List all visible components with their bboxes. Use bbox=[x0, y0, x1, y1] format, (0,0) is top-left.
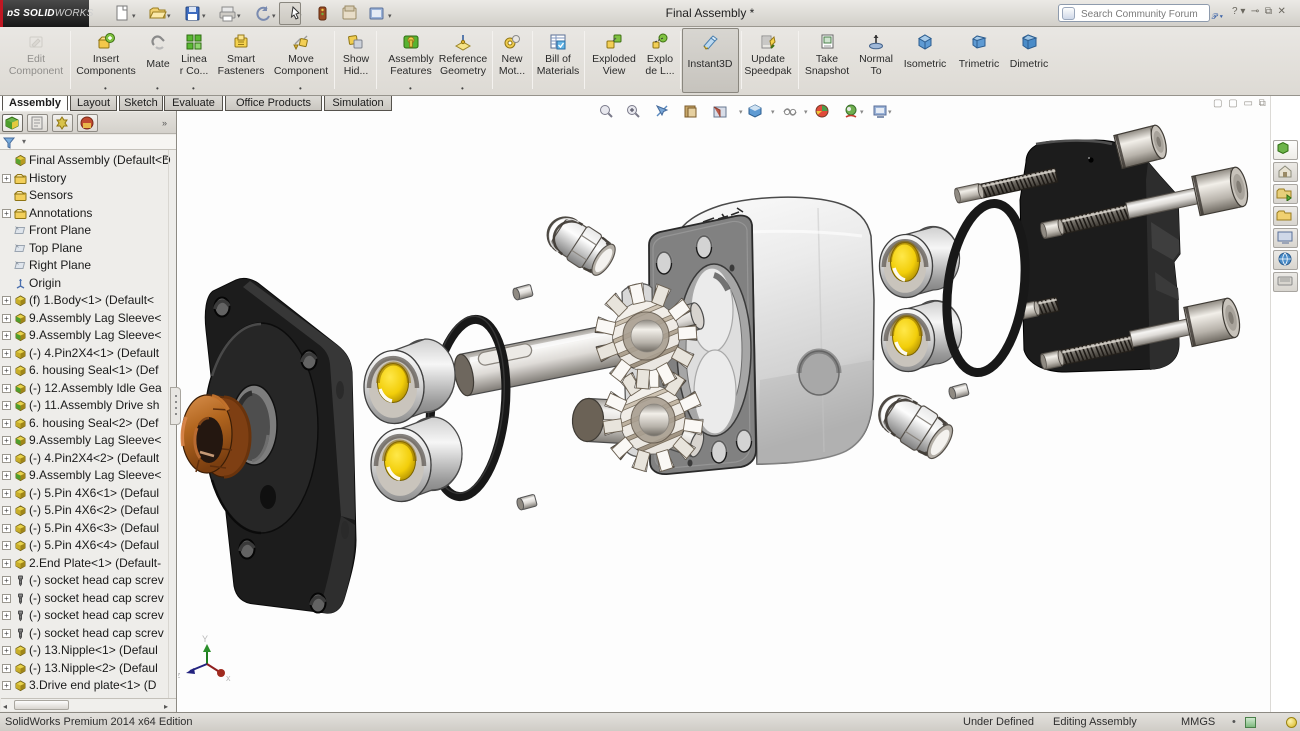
svg-text:x: x bbox=[226, 673, 231, 683]
svg-text:Y: Y bbox=[202, 634, 208, 644]
svg-text:z: z bbox=[178, 670, 181, 680]
